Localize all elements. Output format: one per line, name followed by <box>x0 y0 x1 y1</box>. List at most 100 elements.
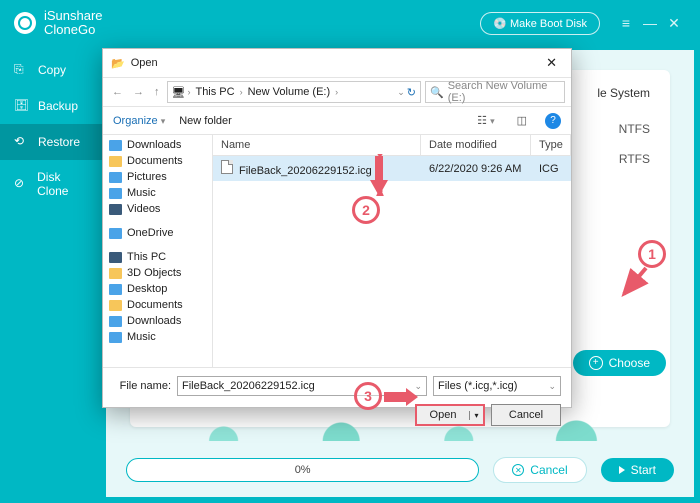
dialog-nav: ← → ↑ 🖥 › This PC › New Volume (E:) › ⌄ … <box>103 77 571 107</box>
view-options-icon[interactable]: ☷ ▾ <box>473 114 498 127</box>
app-title: iSunshare CloneGo <box>44 9 103 38</box>
documents-icon <box>109 300 122 311</box>
refresh-icon[interactable]: ↻ <box>407 86 416 99</box>
tree-item[interactable]: Videos <box>103 201 212 217</box>
sidebar-item-disk-clone[interactable]: ⊘ Disk Clone <box>0 160 106 208</box>
tree-item[interactable]: Music <box>103 329 212 345</box>
dialog-cancel-button[interactable]: Cancel <box>491 404 561 426</box>
chevron-right-icon: › <box>240 87 243 97</box>
dialog-close-icon[interactable]: ✕ <box>540 55 563 71</box>
dialog-footer: File name: FileBack_20206229152.icg⌄ Fil… <box>103 367 571 434</box>
onedrive-icon <box>109 228 122 239</box>
file-name: FileBack_20206229152.icg <box>239 165 372 177</box>
title-bar: iSunshare CloneGo 💿 Make Boot Disk ≡ — ✕ <box>0 0 700 46</box>
minimize-icon[interactable]: — <box>638 15 662 31</box>
filename-label: File name: <box>113 380 171 392</box>
sidebar-item-label: Copy <box>38 63 66 77</box>
x-icon: ✕ <box>512 464 524 476</box>
nav-up-icon[interactable]: ↑ <box>151 86 163 98</box>
tree-item[interactable]: Downloads <box>103 313 212 329</box>
chevron-down-icon: ▾ <box>161 116 166 126</box>
tree-item[interactable]: Documents <box>103 153 212 169</box>
cancel-button[interactable]: ✕Cancel <box>493 457 586 483</box>
folder-tree[interactable]: Downloads Documents Pictures Music Video… <box>103 135 213 367</box>
disk-clone-icon: ⊘ <box>14 176 29 192</box>
dialog-toolbar: Organize ▾ New folder ☷ ▾ ◫ ? <box>103 107 571 135</box>
restore-icon: ⟲ <box>14 134 30 150</box>
videos-icon <box>109 204 122 215</box>
music-icon <box>109 332 122 343</box>
file-type: ICG <box>531 159 571 179</box>
file-list-header[interactable]: Name Date modified Type <box>213 135 571 156</box>
documents-icon <box>109 156 122 167</box>
pc-icon <box>109 252 122 263</box>
pictures-icon <box>109 172 122 183</box>
desktop-icon <box>109 284 122 295</box>
file-row[interactable]: FileBack_20206229152.icg 6/22/2020 9:26 … <box>213 156 571 181</box>
file-open-dialog: 📂 Open ✕ ← → ↑ 🖥 › This PC › New Volume … <box>102 48 572 408</box>
tree-item[interactable]: Music <box>103 185 212 201</box>
menu-icon[interactable]: ≡ <box>614 15 638 31</box>
breadcrumb-segment[interactable]: New Volume (E:) <box>245 86 334 98</box>
choose-button[interactable]: + Choose <box>573 350 666 376</box>
column-date[interactable]: Date modified <box>421 135 531 155</box>
sidebar-item-label: Disk Clone <box>37 170 92 198</box>
sidebar: ⎘ Copy 🗄 Backup ⟲ Restore ⊘ Disk Clone <box>0 46 106 503</box>
music-icon <box>109 188 122 199</box>
nav-back-icon[interactable]: ← <box>109 86 126 98</box>
3d-objects-icon <box>109 268 122 279</box>
bottom-bar: 0% ✕Cancel Start <box>126 457 674 483</box>
dialog-title: Open <box>131 57 534 69</box>
search-placeholder: Search New Volume (E:) <box>448 80 560 104</box>
open-button[interactable]: Open▾ <box>415 404 485 426</box>
breadcrumb[interactable]: 🖥 › This PC › New Volume (E:) › ⌄ ↻ <box>167 81 422 103</box>
preview-pane-icon[interactable]: ◫ <box>513 114 531 127</box>
file-date: 6/22/2020 9:26 AM <box>421 159 531 179</box>
sidebar-item-copy[interactable]: ⎘ Copy <box>0 52 106 88</box>
tree-item[interactable]: OneDrive <box>103 225 212 241</box>
chevron-down-icon[interactable]: ⌄ <box>414 381 422 392</box>
app-logo-icon <box>14 12 36 34</box>
file-list: Name Date modified Type FileBack_2020622… <box>213 135 571 367</box>
sidebar-item-restore[interactable]: ⟲ Restore <box>0 124 106 160</box>
downloads-icon <box>109 140 122 151</box>
sidebar-item-label: Backup <box>38 99 78 113</box>
plus-icon: + <box>589 356 603 370</box>
column-type[interactable]: Type <box>531 135 571 155</box>
copy-icon: ⎘ <box>14 62 30 78</box>
tree-item[interactable]: Pictures <box>103 169 212 185</box>
filename-input[interactable]: FileBack_20206229152.icg⌄ <box>177 376 427 396</box>
chevron-right-icon: › <box>187 87 190 97</box>
close-icon[interactable]: ✕ <box>662 15 686 32</box>
downloads-icon <box>109 316 122 327</box>
progress-bar: 0% <box>126 458 479 482</box>
chevron-down-icon[interactable]: ⌄ <box>397 87 405 98</box>
play-icon <box>619 466 625 474</box>
breadcrumb-segment[interactable]: This PC <box>192 86 237 98</box>
column-name[interactable]: Name <box>213 135 421 155</box>
start-button[interactable]: Start <box>601 458 674 482</box>
tree-item[interactable]: Desktop <box>103 281 212 297</box>
sidebar-item-label: Restore <box>38 135 80 149</box>
make-boot-disk-button[interactable]: 💿 Make Boot Disk <box>480 12 600 35</box>
help-icon[interactable]: ? <box>545 113 561 129</box>
folder-open-icon: 📂 <box>111 57 125 70</box>
tree-item[interactable]: Downloads <box>103 137 212 153</box>
tree-item[interactable]: Documents <box>103 297 212 313</box>
search-icon: 🔍 <box>430 86 444 99</box>
tree-item[interactable]: This PC <box>103 249 212 265</box>
new-folder-button[interactable]: New folder <box>179 115 232 127</box>
sidebar-item-backup[interactable]: 🗄 Backup <box>0 88 106 124</box>
chevron-right-icon: › <box>335 87 338 97</box>
filetype-filter[interactable]: Files (*.icg,*.icg)⌄ <box>433 376 561 396</box>
open-dropdown-icon[interactable]: ▾ <box>469 411 483 420</box>
chevron-down-icon[interactable]: ⌄ <box>548 381 556 392</box>
file-icon <box>221 160 233 174</box>
pc-icon: 🖥 <box>172 86 186 99</box>
backup-icon: 🗄 <box>14 98 30 114</box>
search-input[interactable]: 🔍 Search New Volume (E:) <box>425 81 565 103</box>
dialog-titlebar: 📂 Open ✕ <box>103 49 571 77</box>
nav-forward-icon[interactable]: → <box>130 86 147 98</box>
organize-menu[interactable]: Organize ▾ <box>113 115 165 127</box>
tree-item[interactable]: 3D Objects <box>103 265 212 281</box>
